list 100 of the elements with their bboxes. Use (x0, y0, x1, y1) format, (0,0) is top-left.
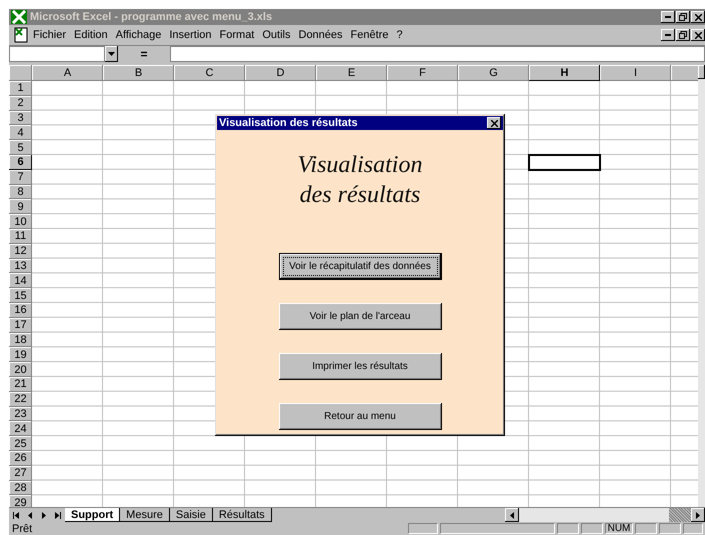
row-header[interactable]: 28 (9, 480, 32, 496)
caret-icon (108, 52, 115, 56)
active-cell[interactable] (528, 154, 601, 171)
column-header[interactable]: A (32, 65, 103, 81)
scroll-left-button[interactable] (505, 508, 519, 522)
document-icon[interactable] (13, 27, 29, 43)
row-header[interactable]: 6 (9, 154, 32, 170)
column-header[interactable]: I (600, 65, 671, 81)
row-header[interactable]: 18 (9, 332, 32, 348)
menu-item[interactable]: Insertion (165, 29, 216, 41)
dialog-title: Visualisation des résultats (219, 117, 359, 129)
row-header[interactable]: 14 (9, 273, 32, 288)
row-header[interactable]: 13 (9, 258, 32, 274)
minimize-icon (665, 16, 671, 18)
column-header[interactable]: H (529, 65, 600, 81)
sheet-tab[interactable]: Résultats (212, 508, 272, 522)
column-header[interactable]: G (458, 65, 529, 81)
dialog-button[interactable]: Voir le plan de l'arceau (278, 303, 442, 330)
name-box[interactable] (9, 46, 105, 62)
close-button[interactable] (487, 117, 501, 129)
last-icon (55, 512, 61, 518)
row-header[interactable]: 2 (9, 96, 32, 111)
row-header[interactable]: 16 (9, 302, 32, 318)
restore-button[interactable] (676, 11, 690, 23)
restore-icon (679, 31, 687, 39)
row-header[interactable]: 26 (9, 450, 32, 466)
column-header[interactable]: D (245, 65, 316, 81)
row-header[interactable]: 15 (9, 288, 32, 303)
row-header[interactable]: 1 (9, 81, 32, 96)
menu-item[interactable]: Données (294, 29, 347, 41)
minimize-icon (665, 34, 671, 36)
row-header[interactable]: 23 (9, 406, 32, 422)
row-header[interactable]: 17 (9, 318, 32, 333)
status-panel (683, 523, 703, 534)
row-header[interactable]: 5 (9, 140, 32, 155)
row-header[interactable]: 10 (9, 214, 32, 229)
row-header[interactable]: 25 (9, 436, 32, 451)
menu-item[interactable]: Fichier (29, 29, 70, 41)
minimize-button[interactable] (661, 11, 675, 23)
row-header[interactable]: 11 (9, 228, 32, 244)
row-header[interactable]: 12 (9, 244, 32, 259)
dialog-heading: Visualisation des résultats (298, 151, 422, 210)
column-header[interactable]: C (174, 65, 245, 81)
restore-button[interactable] (676, 29, 690, 41)
row-header[interactable]: 21 (9, 376, 32, 392)
scroll-up-button[interactable] (698, 65, 705, 79)
dialog-button[interactable]: Imprimer les résultats (278, 353, 442, 380)
left-arrow-icon (509, 512, 515, 518)
formula-field[interactable] (170, 46, 705, 62)
horizontal-scrollbar[interactable] (505, 508, 705, 522)
menu-item[interactable]: Edition (70, 29, 112, 41)
row-header[interactable]: 22 (9, 392, 32, 407)
dialog-button[interactable]: Retour au menu (278, 403, 442, 430)
row-header[interactable]: 24 (9, 421, 32, 436)
row-header[interactable]: 3 (9, 110, 32, 126)
scroll-thumb[interactable] (669, 508, 691, 522)
menu-item[interactable]: Outils (258, 29, 294, 41)
status-indicator: NUM (605, 523, 633, 534)
left-arrow-icon (27, 512, 33, 518)
row-header[interactable]: 7 (9, 170, 32, 185)
scroll-right-button[interactable] (691, 508, 705, 522)
status-text: Prêt (11, 522, 34, 534)
equals-sign[interactable]: = (140, 47, 148, 61)
dropdown-button[interactable] (105, 46, 118, 62)
restore-icon (679, 13, 687, 21)
dialog-button[interactable]: Voir le récapitulatif des données (278, 253, 442, 280)
right-arrow-icon (695, 512, 701, 518)
column-header[interactable]: F (387, 65, 458, 81)
minimize-button[interactable] (661, 29, 675, 41)
vertical-scrollbar[interactable] (698, 65, 705, 507)
window-title: Microsoft Excel - programme avec menu_3.xls (30, 11, 272, 23)
close-button[interactable] (691, 29, 705, 41)
sheet-tab[interactable]: Mesure (120, 508, 170, 522)
status-panel (659, 523, 681, 534)
sheet-tab[interactable]: Saisie (170, 508, 213, 522)
close-icon (694, 32, 702, 38)
row-header[interactable]: 4 (9, 125, 32, 140)
menu-item[interactable]: Affichage (112, 29, 166, 41)
close-button[interactable] (691, 11, 705, 23)
column-header[interactable]: B (103, 65, 174, 81)
menu-item[interactable]: Format (216, 29, 258, 41)
spreadsheet-app-icon (11, 10, 27, 24)
menu-item[interactable]: ? (392, 29, 407, 41)
close-icon (694, 14, 702, 20)
row-header[interactable]: 8 (9, 184, 32, 200)
status-panel (635, 523, 657, 534)
status-panel (581, 523, 603, 534)
select-all-corner[interactable] (9, 65, 32, 81)
row-header[interactable]: 9 (9, 199, 32, 214)
row-header[interactable]: 27 (9, 466, 32, 481)
row-header[interactable]: 29 (9, 495, 32, 507)
right-arrow-icon (41, 512, 47, 518)
column-header[interactable]: E (316, 65, 387, 81)
close-icon (490, 120, 498, 126)
menu-item[interactable]: Fenêtre (346, 29, 392, 41)
row-header[interactable]: 19 (9, 347, 32, 362)
status-panel (557, 523, 579, 534)
sheet-tab[interactable]: Support (65, 508, 120, 522)
first-icon (13, 512, 19, 518)
row-header[interactable]: 20 (9, 362, 32, 377)
